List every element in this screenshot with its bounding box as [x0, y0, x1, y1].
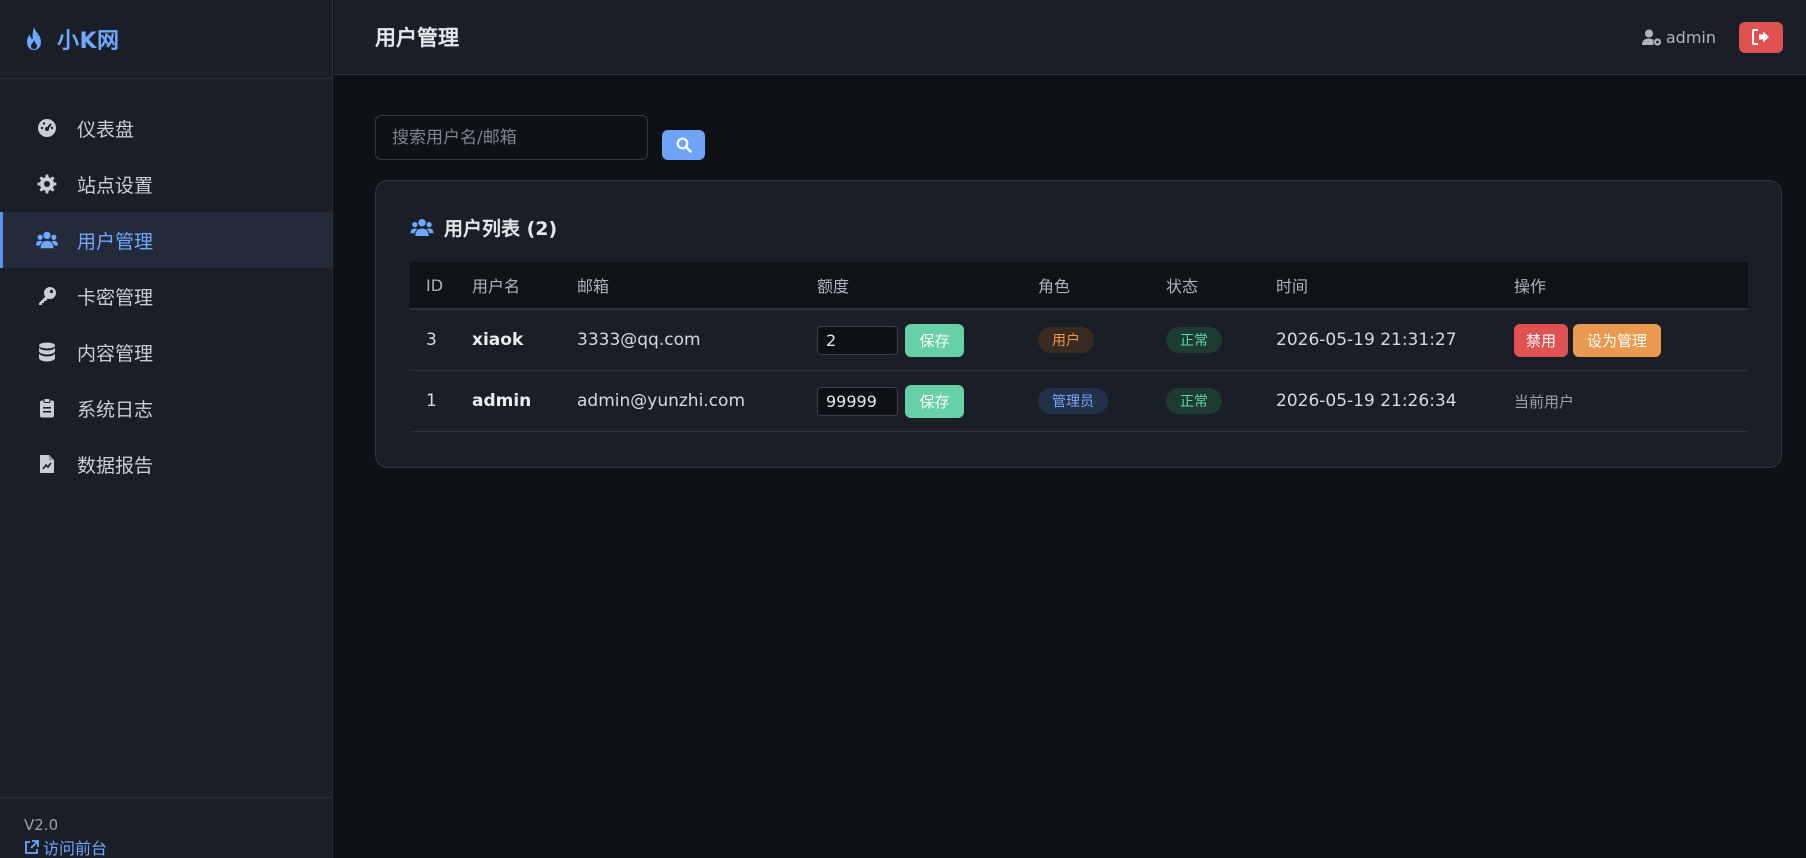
sidebar-item-data-report[interactable]: 数据报告: [0, 436, 332, 492]
column-header: 额度: [817, 277, 850, 296]
visit-frontend-label: 访问前台: [43, 839, 108, 858]
column-header: ID: [426, 275, 444, 295]
sidebar-item-card-keys[interactable]: 卡密管理: [0, 268, 332, 324]
search-button[interactable]: [662, 130, 705, 160]
user-id: 3: [426, 330, 437, 350]
user-name: xiaok: [472, 330, 524, 350]
user-email: admin@yunzhi.com: [577, 391, 746, 411]
sidebar-item-label: 用户管理: [77, 230, 154, 253]
ban-button[interactable]: 禁用: [1514, 323, 1569, 357]
user-email: 3333@qq.com: [577, 330, 701, 350]
status-badge: 正常: [1166, 388, 1222, 414]
user-name: admin: [472, 391, 532, 411]
role-cell: 管理员: [1038, 388, 1166, 414]
column-header: 状态: [1166, 277, 1199, 296]
report-icon: [36, 453, 58, 475]
quota-cell: 保存: [817, 323, 1038, 357]
sidebar-footer: V2.0 访问前台: [0, 797, 332, 858]
actions-cell: 禁用 设为管理: [1514, 323, 1748, 357]
user-cog-icon: [1641, 29, 1661, 46]
current-user-chip[interactable]: admin: [1641, 27, 1716, 47]
role-cell: 用户: [1038, 327, 1166, 353]
search-bar: [375, 115, 705, 160]
search-input[interactable]: [375, 115, 648, 160]
sidebar-item-content[interactable]: 内容管理: [0, 324, 332, 380]
current-user-label: 当前用户: [1514, 392, 1575, 411]
sidebar-item-label: 系统日志: [77, 398, 154, 421]
quota-input[interactable]: [817, 325, 898, 355]
flame-icon: [23, 26, 45, 52]
user-list-card: 用户列表 (2) ID 用户名 邮箱 额度 角色 状态 时间 操作 3 xiao…: [375, 180, 1782, 468]
table-header: ID 用户名 邮箱 额度 角色 状态 时间 操作: [410, 262, 1748, 310]
gear-icon: [36, 173, 58, 195]
role-badge: 管理员: [1038, 388, 1108, 414]
sidebar-item-user-management[interactable]: 用户管理: [0, 212, 332, 268]
visit-frontend-link[interactable]: 访问前台: [24, 835, 332, 858]
sidebar-item-site-settings[interactable]: 站点设置: [0, 156, 332, 212]
database-icon: [36, 341, 58, 363]
main-content: 用户列表 (2) ID 用户名 邮箱 额度 角色 状态 时间 操作 3 xiao…: [334, 76, 1806, 858]
sidebar-item-system-log[interactable]: 系统日志: [0, 380, 332, 436]
user-list-header: 用户列表 (2): [410, 214, 557, 241]
sidebar-item-label: 数据报告: [77, 454, 154, 477]
column-header: 邮箱: [577, 277, 610, 296]
search-icon: [676, 137, 692, 153]
app-root: 小K网 仪表盘 站点设置 用户管理 卡密管理 内容管理 系统日志 数据报告 V2…: [0, 0, 1806, 858]
version-label: V2.0: [24, 816, 59, 834]
save-quota-button[interactable]: 保存: [905, 323, 964, 357]
quota-cell: 保存: [817, 384, 1038, 418]
table-row: 3 xiaok 3333@qq.com 保存 用户 正常 2026-05-19 …: [410, 310, 1748, 371]
save-quota-button[interactable]: 保存: [905, 384, 964, 418]
created-time: 2026-05-19 21:26:34: [1276, 391, 1457, 411]
created-time: 2026-05-19 21:31:27: [1276, 330, 1457, 350]
page-title: 用户管理: [375, 26, 459, 50]
clipboard-icon: [36, 397, 58, 419]
sign-out-icon: [1752, 29, 1769, 45]
key-icon: [36, 285, 58, 307]
brand-name: 小K网: [57, 29, 120, 54]
users-icon: [36, 229, 58, 251]
column-header: 角色: [1038, 277, 1071, 296]
sidebar: 小K网 仪表盘 站点设置 用户管理 卡密管理 内容管理 系统日志 数据报告 V2…: [0, 0, 333, 858]
logout-button[interactable]: [1739, 21, 1783, 53]
actions-cell: 当前用户: [1514, 391, 1748, 412]
sidebar-item-label: 仪表盘: [77, 118, 135, 141]
user-list-title: 用户列表 (2): [444, 218, 558, 240]
dashboard-icon: [36, 117, 58, 139]
external-link-icon: [25, 839, 39, 854]
top-header: 用户管理 admin: [334, 0, 1806, 75]
make-admin-button[interactable]: 设为管理: [1573, 323, 1662, 357]
status-badge: 正常: [1166, 327, 1222, 353]
status-cell: 正常: [1166, 327, 1276, 353]
sidebar-item-label: 内容管理: [77, 342, 154, 365]
header-username: admin: [1665, 27, 1716, 47]
sidebar-item-label: 站点设置: [77, 174, 154, 197]
quota-input[interactable]: [817, 386, 898, 416]
sidebar-nav: 仪表盘 站点设置 用户管理 卡密管理 内容管理 系统日志 数据报告: [0, 100, 332, 492]
brand[interactable]: 小K网: [0, 0, 332, 79]
sidebar-item-dashboard[interactable]: 仪表盘: [0, 100, 332, 156]
column-header: 操作: [1514, 277, 1547, 296]
sidebar-item-label: 卡密管理: [77, 286, 154, 309]
header-right: admin: [1641, 21, 1783, 53]
users-icon: [410, 218, 434, 237]
column-header: 用户名: [472, 277, 521, 296]
user-table: ID 用户名 邮箱 额度 角色 状态 时间 操作 3 xiaok 3333@qq…: [410, 262, 1748, 432]
role-badge: 用户: [1038, 327, 1094, 353]
table-row: 1 admin admin@yunzhi.com 保存 管理员 正常 2026-…: [410, 371, 1748, 432]
user-id: 1: [426, 391, 437, 411]
column-header: 时间: [1276, 277, 1309, 296]
status-cell: 正常: [1166, 388, 1276, 414]
